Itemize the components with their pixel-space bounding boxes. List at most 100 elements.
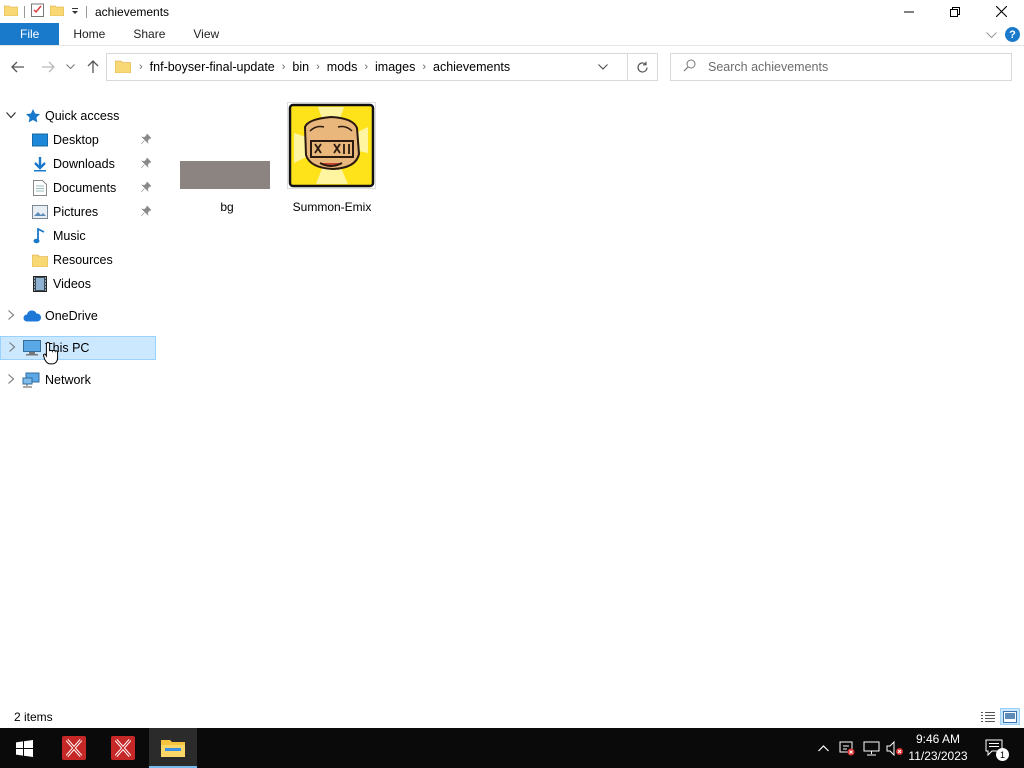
ribbon-tabs: File Home Share View ? bbox=[0, 23, 1024, 46]
tab-home[interactable]: Home bbox=[59, 23, 119, 45]
chevron-right-icon[interactable]: › bbox=[364, 61, 368, 73]
navigation-bar: › fnf-boyser-final-update › bin › mods ›… bbox=[0, 47, 1024, 87]
properties-icon[interactable] bbox=[31, 3, 44, 20]
nav-item-documents[interactable]: Documents bbox=[0, 176, 157, 200]
close-button[interactable] bbox=[978, 0, 1024, 23]
chevron-right-icon[interactable] bbox=[4, 373, 18, 387]
details-view-button[interactable] bbox=[978, 708, 998, 725]
nav-item-desktop[interactable]: Desktop bbox=[0, 128, 157, 152]
file-view: bg Summon-Emix bbox=[158, 96, 1024, 706]
tab-file[interactable]: File bbox=[0, 23, 60, 45]
pin-icon[interactable] bbox=[140, 132, 152, 147]
star-icon bbox=[24, 107, 42, 125]
tab-share[interactable]: Share bbox=[119, 23, 179, 45]
nav-item-pictures[interactable]: Pictures bbox=[0, 200, 157, 224]
show-hidden-icons-button[interactable] bbox=[814, 728, 832, 768]
file-item-summon-emix[interactable]: Summon-Emix bbox=[282, 102, 382, 214]
nav-label: Videos bbox=[53, 277, 91, 291]
chevron-right-icon[interactable]: › bbox=[316, 61, 320, 73]
file-name: Summon-Emix bbox=[292, 200, 372, 214]
file-explorer-window: achievements File Home Share View ? › fn… bbox=[0, 0, 1024, 728]
nav-label: Quick access bbox=[45, 109, 120, 123]
recent-locations-button[interactable] bbox=[60, 55, 80, 79]
minimize-button[interactable] bbox=[886, 0, 932, 23]
chevron-right-icon[interactable]: › bbox=[139, 61, 143, 73]
expand-ribbon-icon[interactable] bbox=[986, 28, 997, 42]
file-item-bg[interactable]: bg bbox=[177, 102, 277, 214]
search-box[interactable] bbox=[670, 53, 1012, 81]
address-bar[interactable]: › fnf-boyser-final-update › bin › mods ›… bbox=[106, 53, 658, 81]
breadcrumb: › fnf-boyser-final-update › bin › mods ›… bbox=[131, 60, 510, 74]
start-button[interactable] bbox=[0, 728, 48, 768]
pin-icon[interactable] bbox=[140, 204, 152, 219]
breadcrumb-item[interactable]: bin bbox=[292, 60, 309, 74]
folder-icon bbox=[3, 4, 19, 19]
forward-button[interactable] bbox=[36, 55, 60, 79]
file-explorer-icon bbox=[161, 740, 185, 757]
chevron-right-icon[interactable] bbox=[4, 309, 18, 323]
breadcrumb-item[interactable]: images bbox=[375, 60, 415, 74]
ribbon-controls: ? bbox=[986, 23, 1020, 46]
clock[interactable]: 9:46 AM 11/23/2023 bbox=[906, 731, 970, 765]
image-thumbnail bbox=[287, 102, 376, 189]
refresh-button[interactable] bbox=[627, 54, 657, 80]
status-bar: 2 items bbox=[0, 706, 1024, 728]
network-status-icon[interactable] bbox=[860, 728, 882, 768]
clock-time: 9:46 AM bbox=[915, 732, 961, 746]
navigation-pane: Quick access Desktop Downloads Documents… bbox=[0, 96, 157, 706]
view-toggle bbox=[978, 708, 1020, 725]
help-icon[interactable]: ? bbox=[1005, 27, 1020, 42]
pin-icon[interactable] bbox=[140, 156, 152, 171]
title-bar: achievements bbox=[0, 0, 1024, 23]
notification-badge: 1 bbox=[996, 748, 1009, 761]
nav-label: Network bbox=[45, 373, 91, 387]
chevron-right-icon[interactable]: › bbox=[422, 61, 426, 73]
nav-onedrive[interactable]: OneDrive bbox=[0, 304, 157, 328]
chevron-up-icon bbox=[817, 744, 829, 751]
breadcrumb-item[interactable]: fnf-boyser-final-update bbox=[150, 60, 275, 74]
breadcrumb-item[interactable]: achievements bbox=[433, 60, 510, 74]
breadcrumb-item[interactable]: mods bbox=[327, 60, 358, 74]
item-count: 2 items bbox=[14, 710, 53, 724]
nav-this-pc[interactable]: This PC bbox=[0, 336, 156, 360]
documents-icon bbox=[31, 179, 49, 197]
folder-icon bbox=[114, 59, 132, 76]
large-icons-view-button[interactable] bbox=[1000, 708, 1020, 725]
chevron-right-icon[interactable] bbox=[5, 341, 19, 355]
nav-network[interactable]: Network bbox=[0, 368, 157, 392]
pdf-app-icon bbox=[62, 736, 86, 760]
back-button[interactable] bbox=[6, 55, 30, 79]
new-folder-icon[interactable] bbox=[49, 4, 65, 19]
pin-icon[interactable] bbox=[140, 180, 152, 195]
nav-label: Resources bbox=[53, 253, 113, 267]
image-thumbnail bbox=[180, 161, 270, 189]
nav-quick-access[interactable]: Quick access bbox=[0, 104, 157, 128]
windows-security-icon[interactable] bbox=[836, 728, 858, 768]
chevron-right-icon[interactable]: › bbox=[282, 61, 286, 73]
chevron-down-icon[interactable] bbox=[4, 111, 18, 122]
taskbar-app-pdf-1[interactable] bbox=[50, 728, 98, 768]
nav-item-videos[interactable]: Videos bbox=[0, 272, 157, 296]
taskbar-app-file-explorer[interactable] bbox=[149, 728, 197, 768]
window-title: achievements bbox=[95, 4, 170, 19]
network-icon bbox=[22, 371, 40, 389]
nav-label: Desktop bbox=[53, 133, 99, 147]
nav-label: Pictures bbox=[53, 205, 99, 219]
windows-logo-icon bbox=[15, 739, 33, 757]
nav-item-downloads[interactable]: Downloads bbox=[0, 152, 157, 176]
tab-view[interactable]: View bbox=[179, 23, 233, 45]
customize-dropdown-icon[interactable] bbox=[70, 5, 80, 19]
nav-item-resources[interactable]: Resources bbox=[0, 248, 157, 272]
nav-label: Music bbox=[53, 229, 86, 243]
pdf-app-icon bbox=[111, 736, 135, 760]
nav-label: Downloads bbox=[53, 157, 115, 171]
search-icon bbox=[683, 59, 696, 75]
search-input[interactable] bbox=[708, 60, 998, 74]
up-button[interactable] bbox=[81, 55, 105, 79]
nav-item-music[interactable]: Music bbox=[0, 224, 157, 248]
volume-muted-icon[interactable] bbox=[884, 728, 906, 768]
restore-button[interactable] bbox=[932, 0, 978, 23]
address-history-button[interactable] bbox=[593, 54, 613, 80]
action-center-button[interactable]: 1 bbox=[980, 728, 1010, 768]
taskbar-app-pdf-2[interactable] bbox=[99, 728, 147, 768]
